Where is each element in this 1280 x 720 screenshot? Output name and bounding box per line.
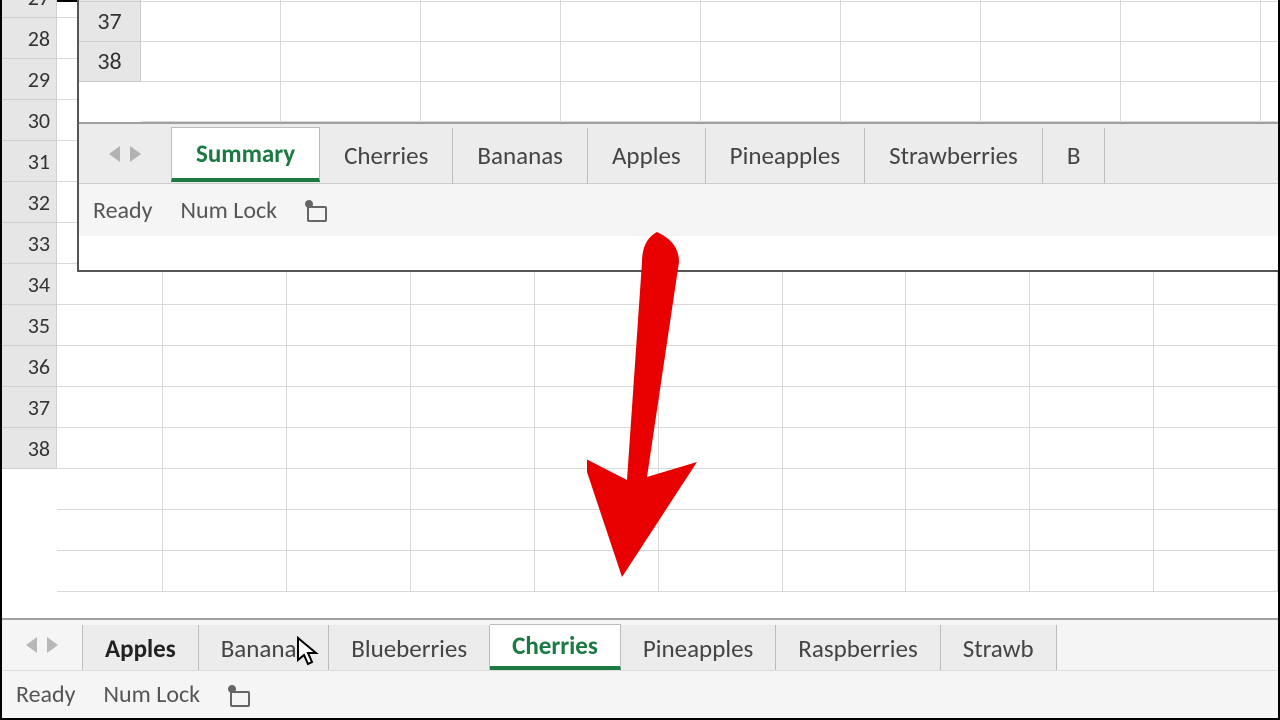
tab-cherries[interactable]: Cherries (320, 128, 453, 183)
row-header[interactable]: 37 (79, 2, 141, 42)
tab-bananas[interactable]: Bananas (453, 128, 588, 183)
row-header[interactable]: 32 (2, 182, 57, 223)
tab-pineapples[interactable]: Pineapples (706, 128, 865, 183)
macro-record-icon[interactable] (228, 685, 248, 705)
status-numlock: Num Lock (104, 680, 201, 709)
macro-record-icon[interactable] (305, 200, 325, 220)
row-header[interactable]: 38 (79, 42, 141, 82)
tab-strawberries[interactable]: Strawberries (865, 128, 1043, 183)
row-header[interactable]: 33 (2, 223, 57, 264)
sheet-nav-arrows (79, 146, 171, 162)
tab-apples[interactable]: Apples (588, 128, 706, 183)
row-header[interactable]: 38 (2, 428, 57, 469)
row-header[interactable]: 30 (2, 100, 57, 141)
tab-blueberries[interactable]: Blueberries (329, 625, 490, 671)
inset-row-headers: 36 37 38 (79, 0, 141, 82)
main-sheet-tabstrip: Apples Bananas Blueberries Cherries Pine… (2, 618, 1278, 670)
row-header[interactable]: 37 (2, 387, 57, 428)
tab-apples[interactable]: Apples (82, 625, 199, 671)
main-status-bar: Ready Num Lock (2, 670, 1278, 718)
status-ready: Ready (16, 680, 76, 709)
status-numlock: Num Lock (181, 196, 278, 225)
sheet-scroll-right-icon[interactable] (130, 146, 141, 162)
inset-sheet-tabstrip: Summary Cherries Bananas Apples Pineappl… (79, 122, 1278, 184)
main-row-headers: 27 28 29 30 31 32 33 34 35 36 37 38 (2, 0, 57, 469)
sheet-nav-arrows (2, 637, 82, 653)
tab-raspberries[interactable]: Raspberries (776, 625, 940, 671)
row-header[interactable]: 27 (2, 0, 57, 18)
status-ready: Ready (93, 196, 153, 225)
tab-summary[interactable]: Summary (171, 127, 320, 182)
inset-workbook-window: 36 37 38 Summary Cherries Bananas Apples… (77, 0, 1278, 272)
sheet-scroll-left-icon[interactable] (109, 146, 120, 162)
row-header[interactable]: 34 (2, 264, 57, 305)
row-header[interactable]: 28 (2, 18, 57, 59)
tab-strawberries-cut[interactable]: Strawb (941, 625, 1057, 671)
tab-b-cut[interactable]: B (1043, 128, 1106, 183)
inset-status-bar: Ready Num Lock (79, 184, 1278, 236)
inset-tabs: Summary Cherries Bananas Apples Pineappl… (171, 128, 1278, 183)
sheet-scroll-right-icon[interactable] (47, 637, 58, 653)
row-header[interactable]: 36 (2, 346, 57, 387)
inset-grid[interactable] (141, 0, 1278, 122)
row-header[interactable]: 29 (2, 59, 57, 100)
tab-bananas[interactable]: Bananas (199, 625, 330, 671)
tab-pineapples[interactable]: Pineapples (621, 625, 776, 671)
main-tabs: Apples Bananas Blueberries Cherries Pine… (82, 625, 1278, 671)
sheet-scroll-left-icon[interactable] (26, 637, 37, 653)
row-header[interactable]: 35 (2, 305, 57, 346)
row-header[interactable]: 31 (2, 141, 57, 182)
tab-cherries[interactable]: Cherries (490, 624, 621, 670)
